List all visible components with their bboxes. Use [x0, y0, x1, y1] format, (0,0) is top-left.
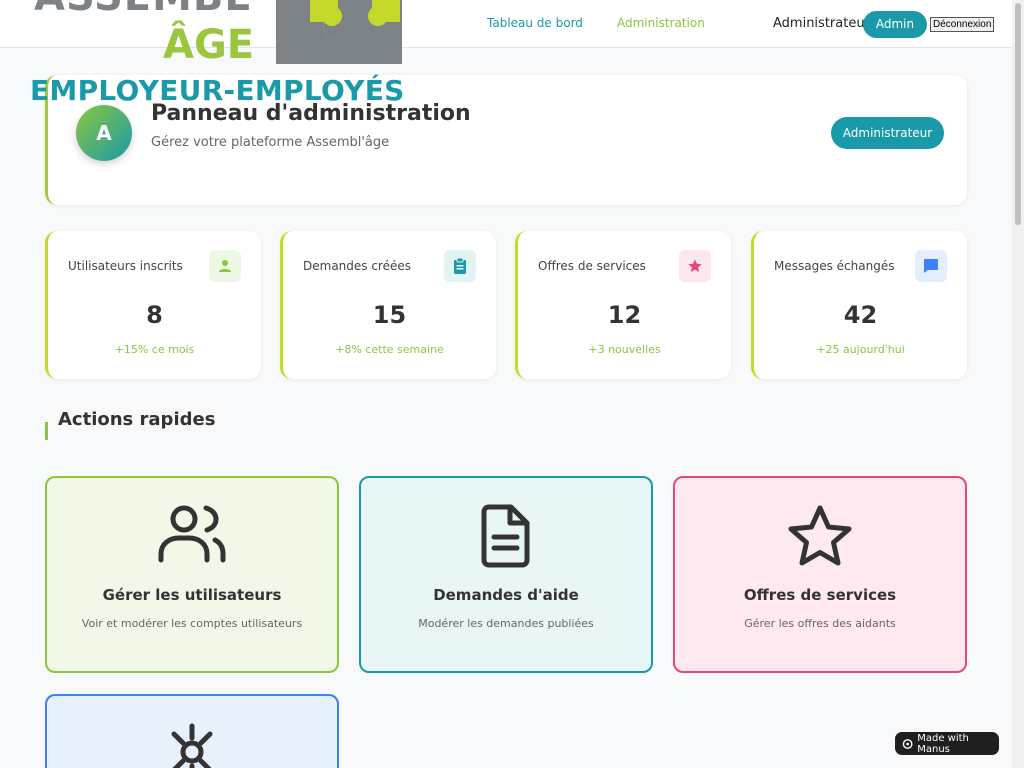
- user-icon: [209, 250, 241, 282]
- stat-label: Utilisateurs inscrits: [68, 259, 183, 273]
- clipboard-icon: [444, 250, 476, 282]
- chat-icon: [915, 250, 947, 282]
- action-title: Demandes d'aide: [433, 586, 579, 604]
- stat-value: 8: [146, 301, 163, 329]
- logo-word-age: ÂGE: [163, 22, 255, 68]
- stat-value: 42: [843, 301, 878, 329]
- avatar: A: [76, 105, 132, 161]
- stat-change: +15% ce mois: [114, 343, 195, 356]
- stat-value: 15: [372, 301, 407, 329]
- stat-label: Demandes créées: [303, 259, 412, 273]
- action-description: Voir et modérer les comptes utilisateurs: [81, 617, 303, 630]
- user-name: Administrateur: [773, 16, 870, 31]
- scrollbar-thumb[interactable]: [1015, 3, 1021, 225]
- vertical-scrollbar[interactable]: [1012, 0, 1024, 768]
- stat-change: +25 aujourd'hui: [816, 343, 905, 356]
- puzzle-people-icon: [276, 0, 402, 64]
- stat-label: Messages échangés: [774, 259, 895, 273]
- star-outline-icon: [675, 504, 965, 568]
- page-subtitle: Gérez votre plateforme Assembl'âge: [151, 135, 390, 150]
- stat-change: +8% cette semaine: [335, 343, 444, 356]
- stat-card-requests: Demandes créées 15 +8% cette semaine: [280, 231, 496, 379]
- stat-card-messages: Messages échangés 42 +25 aujourd'hui: [751, 231, 967, 379]
- action-card-settings[interactable]: [45, 694, 339, 768]
- logo-tagline: EMPLOYEUR-EMPLOYÉS: [30, 74, 405, 107]
- section-title: Actions rapides: [58, 409, 216, 430]
- stat-value: 12: [607, 301, 642, 329]
- role-badge: Admin: [863, 11, 927, 38]
- nav-link-dashboard[interactable]: Tableau de bord: [487, 16, 583, 30]
- action-description: Gérer les offres des aidants: [744, 617, 896, 630]
- badge-label: Made with Manus: [917, 732, 969, 755]
- action-card-offers[interactable]: Offres de services Gérer les offres des …: [673, 476, 967, 673]
- action-card-users[interactable]: Gérer les utilisateurs Voir et modérer l…: [45, 476, 339, 673]
- nav-link-administration[interactable]: Administration: [617, 16, 705, 30]
- stat-label: Offres de services: [538, 259, 646, 273]
- stat-card-users: Utilisateurs inscrits 8 +15% ce mois: [45, 231, 261, 379]
- logout-button[interactable]: Déconnexion: [930, 17, 995, 32]
- users-icon: [47, 504, 337, 568]
- manus-logo-icon: [902, 738, 913, 749]
- star-icon: [679, 250, 711, 282]
- stat-change: +3 nouvelles: [588, 343, 661, 356]
- settings-icon: [47, 722, 337, 768]
- action-title: Gérer les utilisateurs: [102, 586, 282, 604]
- section-accent-bar: [45, 422, 48, 440]
- role-button[interactable]: Administrateur: [831, 117, 944, 149]
- made-with-manus-badge[interactable]: Made with Manus: [895, 732, 999, 755]
- action-card-requests[interactable]: Demandes d'aide Modérer les demandes pub…: [359, 476, 653, 673]
- brand-logo[interactable]: ASSEMBL ÂGE EMPLOYEUR-EMPLOYÉS: [0, 0, 410, 108]
- action-title: Offres de services: [743, 586, 897, 604]
- action-description: Modérer les demandes publiées: [418, 617, 594, 630]
- document-icon: [361, 504, 651, 568]
- logo-word-assembl: ASSEMBL: [34, 0, 251, 20]
- stat-card-offers: Offres de services 12 +3 nouvelles: [515, 231, 731, 379]
